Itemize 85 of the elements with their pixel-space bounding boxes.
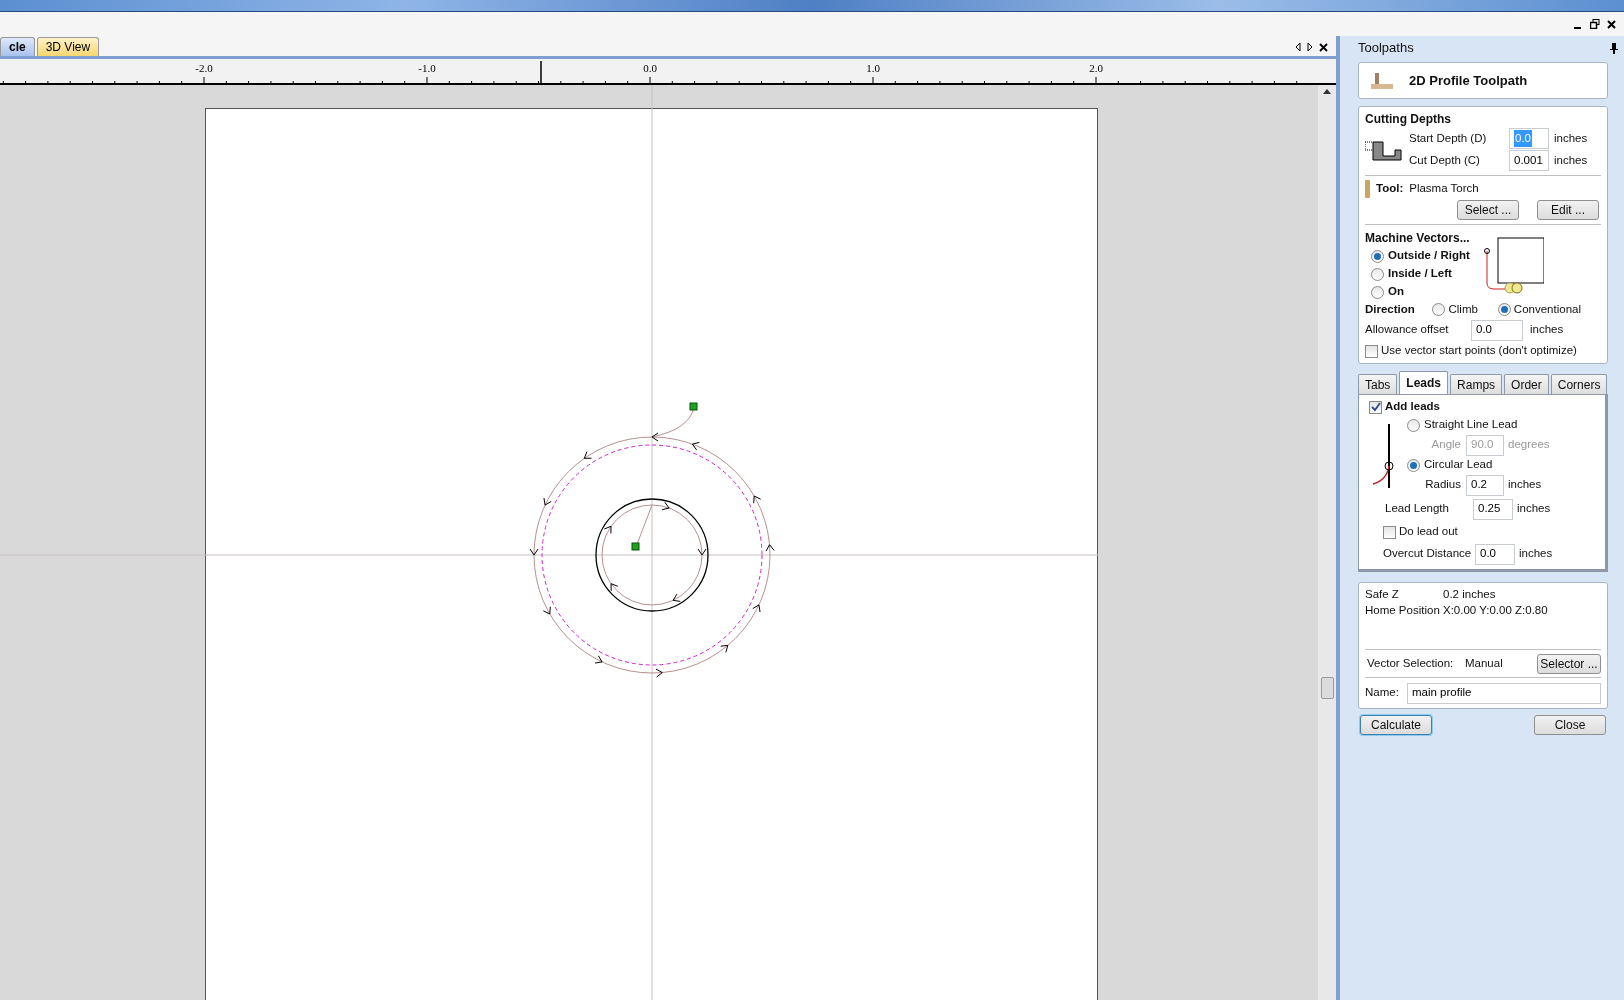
- unit-label: inches: [1519, 546, 1553, 562]
- input-field[interactable]: main profile: [1407, 682, 1601, 704]
- start-point-marker: [631, 542, 640, 551]
- close-icon[interactable]: [1319, 42, 1328, 52]
- checkbox[interactable]: [1383, 525, 1396, 539]
- radio-button[interactable]: [1371, 249, 1384, 263]
- toolpath-icon: [1371, 71, 1393, 90]
- field-label: Lead Length: [1385, 501, 1450, 517]
- section-heading: Cutting Depths: [1365, 111, 1452, 128]
- field-label: Name:: [1365, 685, 1400, 701]
- start-point-marker: [689, 402, 698, 411]
- radio-button[interactable]: [1407, 418, 1420, 432]
- option-label: Climb: [1448, 301, 1478, 317]
- field-label: Cut Depth (C): [1409, 152, 1481, 168]
- field-label: Direction: [1365, 301, 1416, 317]
- unit-label: inches: [1530, 322, 1564, 338]
- tab[interactable]: Ramps: [1450, 374, 1503, 394]
- tool-name: Plasma Torch: [1409, 181, 1479, 197]
- tab[interactable]: Leads: [1399, 371, 1449, 394]
- field-label: Vector Selection:: [1367, 655, 1455, 671]
- unit-label: inches: [1554, 152, 1588, 168]
- input-field[interactable]: 0.0: [1471, 319, 1523, 341]
- option-label: Add leads: [1385, 399, 1440, 415]
- toolpath-heading: 2D Profile Toolpath: [1409, 71, 1528, 90]
- option-label: Circular Lead: [1424, 457, 1493, 473]
- field-value: X:0.00 Y:0.00 Z:0.80: [1443, 603, 1548, 619]
- restore-icon[interactable]: [1590, 19, 1600, 29]
- option-label: Conventional: [1513, 301, 1581, 317]
- radio-button[interactable]: [1371, 267, 1384, 281]
- profile-preview-drawing: [1483, 237, 1544, 295]
- checkbox[interactable]: [1365, 344, 1378, 358]
- radio-button[interactable]: [1407, 458, 1420, 472]
- ruler-label: 2.0: [1089, 61, 1103, 76]
- left-arrow-icon[interactable]: [1295, 42, 1301, 52]
- input-field[interactable]: 0.0: [1475, 543, 1515, 565]
- field-label: Tool:: [1376, 181, 1404, 197]
- ruler-label: 1.0: [866, 61, 880, 76]
- close-icon[interactable]: [1607, 19, 1616, 29]
- right-arrow-icon[interactable]: [1307, 42, 1313, 52]
- unit-label: inches: [1508, 477, 1542, 493]
- ruler-label: 0.0: [643, 61, 657, 76]
- input-field[interactable]: 0.001: [1509, 150, 1549, 171]
- tab[interactable]: Order: [1504, 374, 1549, 394]
- scrollbar-thumb[interactable]: [1320, 677, 1334, 699]
- input-field[interactable]: 0.2: [1466, 474, 1504, 496]
- scroll-up-icon[interactable]: [1323, 89, 1331, 94]
- button[interactable]: Close: [1534, 715, 1606, 735]
- checkbox[interactable]: [1369, 400, 1382, 414]
- tab[interactable]: Corners: [1550, 374, 1608, 394]
- section-heading: Machine Vectors...: [1365, 230, 1470, 247]
- unit-label: inches: [1517, 501, 1551, 517]
- panel-title: Toolpaths: [1358, 39, 1414, 58]
- field-value: Manual: [1465, 655, 1504, 671]
- unit-label: degrees: [1508, 437, 1550, 453]
- input-field[interactable]: 0.25: [1473, 498, 1513, 520]
- pin-icon[interactable]: [1610, 42, 1618, 54]
- option-label: Do lead out: [1399, 524, 1458, 540]
- button[interactable]: Calculate: [1360, 715, 1432, 735]
- field-value: 0.2 inches: [1443, 587, 1496, 603]
- field-label: Safe Z: [1365, 587, 1400, 603]
- option-label: Inside / Left: [1388, 266, 1452, 282]
- option-label: Straight Line Lead: [1424, 417, 1518, 433]
- option-label: On: [1388, 284, 1404, 300]
- unit-label: inches: [1554, 130, 1588, 146]
- scrollbar[interactable]: [1318, 85, 1336, 1000]
- field-label: Angle: [1430, 437, 1461, 453]
- field-label: Start Depth (D): [1409, 130, 1488, 146]
- option-label: Outside / Right: [1388, 248, 1470, 264]
- field-label: Radius: [1424, 477, 1461, 493]
- button[interactable]: Select ...: [1457, 200, 1519, 220]
- torch-icon: [1365, 180, 1370, 198]
- field-label: Home Position: [1365, 603, 1441, 619]
- radio-button[interactable]: [1432, 303, 1446, 316]
- tab[interactable]: cle: [0, 37, 35, 56]
- button[interactable]: Selector ...: [1537, 653, 1601, 674]
- button[interactable]: Edit ...: [1537, 200, 1599, 220]
- tab[interactable]: 3D View: [36, 37, 100, 56]
- field-label: Allowance offset: [1365, 322, 1450, 338]
- tab[interactable]: Tabs: [1358, 374, 1398, 394]
- field-label: Overcut Distance: [1383, 546, 1473, 562]
- radio-button[interactable]: [1497, 303, 1511, 316]
- ruler-label: -2.0: [195, 61, 213, 76]
- radio-button[interactable]: [1371, 285, 1384, 299]
- option-label: Use vector start points (don't optimize): [1381, 343, 1577, 359]
- ruler-label: -1.0: [418, 61, 436, 76]
